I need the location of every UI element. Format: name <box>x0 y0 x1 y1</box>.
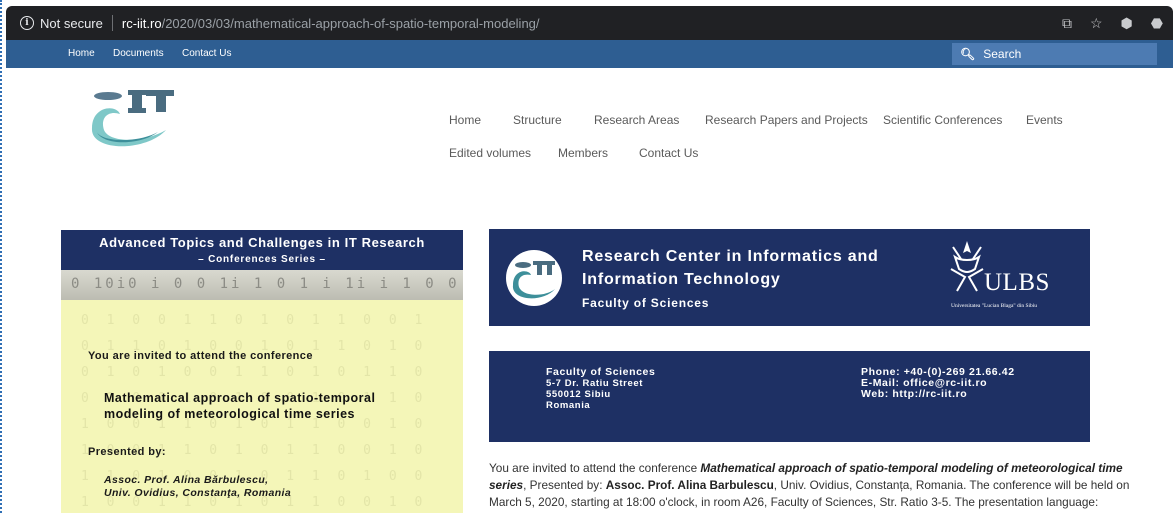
banner-title-line-2: Information Technology <box>582 271 781 288</box>
poster-speaker-name: Assoc. Prof. Alina Bărbulescu, <box>104 474 269 486</box>
top-navigation-bar: Home Documents Contact Us 🔍︎ Search <box>6 40 1173 68</box>
ulbs-caption: Universitatea "Lucian Blaga" din Sibiu <box>951 303 1038 309</box>
para-speaker: Assoc. Prof. Alina Barbulescu <box>605 478 774 492</box>
contact-faculty: Faculty of Sciences <box>546 366 656 378</box>
nav-research-papers[interactable]: Research Papers and Projects <box>705 113 868 127</box>
poster-conference-line-2: modeling of meteorological time series <box>104 407 356 421</box>
browser-address-bar[interactable]: i Not secure rc-iit.ro /2020/03/03/mathe… <box>6 6 1173 40</box>
left-dotted-guide <box>0 0 6 513</box>
poster-subtitle: – Conferences Series – <box>198 254 326 265</box>
poster-speaker: Assoc. Prof. Alina Bărbulescu, Univ. Ovi… <box>104 474 291 500</box>
search-placeholder: Search <box>983 47 1022 61</box>
topnav-documents-link[interactable]: Documents <box>113 48 164 59</box>
contact-country: Romania <box>546 400 591 411</box>
nav-members[interactable]: Members <box>558 146 608 160</box>
site-logo[interactable] <box>86 86 196 152</box>
research-center-banner: Research Center in Informatics and Infor… <box>489 229 1090 326</box>
poster-binary-band: 0 10i0 i 0 0 1i 1 0 1 i 1i i 1 0 0 i <box>61 270 463 300</box>
para-presented: , Presented by: <box>523 478 606 492</box>
banner-faculty: Faculty of Sciences <box>582 296 710 310</box>
poster-title: Advanced Topics and Challenges in IT Res… <box>99 235 425 250</box>
topnav-home-link[interactable]: Home <box>68 48 95 59</box>
conference-poster: Advanced Topics and Challenges in IT Res… <box>61 230 463 513</box>
topnav-contact-link[interactable]: Contact Us <box>182 48 231 59</box>
puzzle-icon[interactable]: ⬣ <box>1151 15 1163 32</box>
rc-iit-logo <box>506 250 562 306</box>
poster-invite-text: You are invited to attend the conference <box>88 350 313 362</box>
contact-city: 550012 Sibiu <box>546 389 611 400</box>
translate-icon[interactable]: ⧉ <box>1062 15 1072 32</box>
ulbs-emblem-icon <box>950 241 984 292</box>
nav-events[interactable]: Events <box>1026 113 1063 127</box>
poster-presented-by: Presented by: <box>88 446 166 458</box>
contact-info-box: Faculty of Sciences 5-7 Dr. Ratiu Street… <box>489 351 1090 442</box>
nav-contact-us[interactable]: Contact Us <box>639 146 698 160</box>
nav-scientific-conferences[interactable]: Scientific Conferences <box>883 113 1002 127</box>
browser-toolbar-icons: ⧉ ☆ ⬢ ⬣ <box>1062 15 1163 32</box>
nav-home[interactable]: Home <box>449 113 481 127</box>
contact-channels: Phone: +40-(0)-269 21.66.42 E-Mail: offi… <box>861 367 1015 400</box>
ulbs-wordmark: ULBS <box>984 269 1050 296</box>
banner-title-line-1: Research Center in Informatics and <box>582 248 879 265</box>
nav-edited-volumes[interactable]: Edited volumes <box>449 146 531 160</box>
nav-research-areas[interactable]: Research Areas <box>594 113 679 127</box>
omnibox[interactable]: i Not secure rc-iit.ro /2020/03/03/mathe… <box>20 12 1160 34</box>
info-icon[interactable]: i <box>20 16 34 30</box>
search-input[interactable]: 🔍︎ Search <box>952 43 1157 65</box>
contact-address: Faculty of Sciences 5-7 Dr. Ratiu Street… <box>546 366 656 412</box>
poster-speaker-affiliation: Univ. Ovidius, Constanţa, Romania <box>104 487 292 499</box>
contact-street: 5-7 Dr. Ratiu Street <box>546 378 643 389</box>
para-intro: You are invited to attend the conference <box>489 461 701 475</box>
nav-structure[interactable]: Structure <box>513 113 562 127</box>
star-icon[interactable]: ☆ <box>1090 15 1103 32</box>
not-secure-label[interactable]: Not secure <box>40 16 103 31</box>
address-separator <box>111 15 113 31</box>
search-icon: 🔍︎ <box>960 47 976 61</box>
extension-icon[interactable]: ⬢ <box>1121 15 1133 32</box>
poster-conference-line-1: Mathematical approach of spatio-temporal <box>104 391 376 405</box>
poster-header: Advanced Topics and Challenges in IT Res… <box>61 230 463 270</box>
url-path[interactable]: /2020/03/03/mathematical-approach-of-spa… <box>162 16 540 31</box>
poster-conference-name: Mathematical approach of spatio-temporal… <box>104 390 444 422</box>
conference-description: You are invited to attend the conference… <box>489 460 1149 511</box>
contact-web: Web: http://rc-iit.ro <box>861 388 968 400</box>
url-host[interactable]: rc-iit.ro <box>122 16 162 31</box>
